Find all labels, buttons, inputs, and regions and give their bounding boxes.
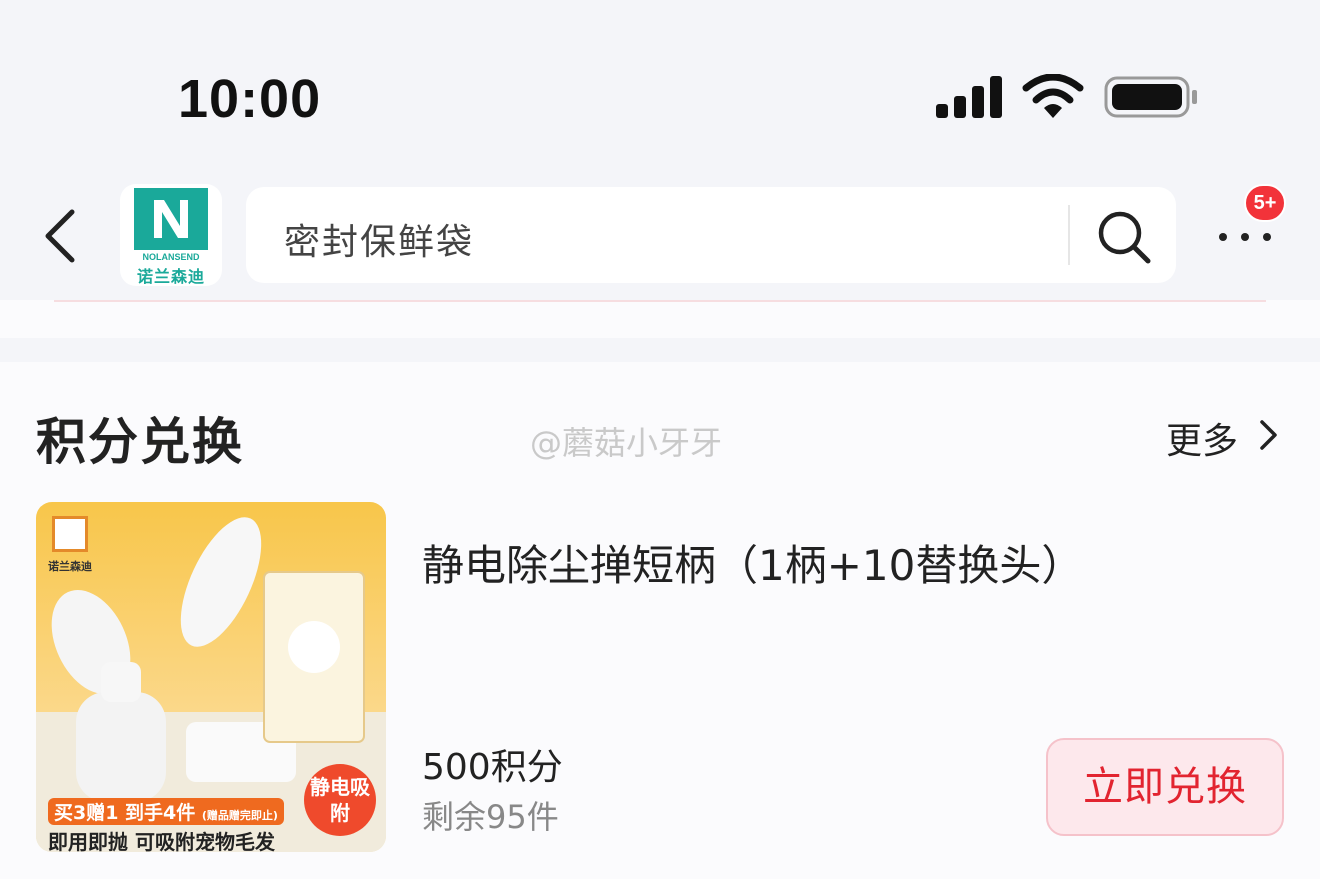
- promo-line1: 买3赠1 到手4件: [54, 802, 196, 824]
- shop-logo[interactable]: NOLANSEND 诺兰森迪: [120, 184, 222, 286]
- brand-logo-icon: [134, 188, 208, 250]
- points-exchange-card: 积分兑换 @蘑菇小牙牙 更多 诺兰森迪 买3赠1 到手4件 (赠品赠完即止) 即…: [0, 362, 1320, 879]
- search-input[interactable]: 密封保鲜袋: [284, 213, 474, 265]
- status-time: 10:00: [178, 69, 322, 129]
- promo-note: (赠品赠完即止): [201, 809, 278, 822]
- product-name[interactable]: 静电除尘掸短柄（1柄+10替换头）: [422, 532, 1083, 593]
- status-bar: 10:00: [0, 0, 1320, 160]
- shop-logo-brand-cn: 诺兰森迪: [136, 267, 205, 286]
- back-arrow-icon[interactable]: [40, 208, 80, 264]
- more-link[interactable]: 更多: [1166, 412, 1238, 464]
- chevron-right-icon[interactable]: [1256, 418, 1280, 452]
- battery-icon: [1104, 76, 1197, 118]
- product-stock: 剩余95件: [422, 798, 559, 836]
- notification-badge: 5+: [1244, 184, 1286, 222]
- static-badge: 静电吸附: [304, 764, 376, 836]
- search-icon[interactable]: [1096, 209, 1152, 265]
- top-nav: NOLANSEND 诺兰森迪 密封保鲜袋 5+: [0, 160, 1320, 300]
- divider: [54, 300, 1266, 302]
- promo-line2: 即用即抛 可吸附宠物毛发: [48, 830, 275, 852]
- wifi-icon: [1022, 74, 1084, 118]
- more-options-icon[interactable]: [1216, 230, 1274, 244]
- product-image[interactable]: 诺兰森迪 买3赠1 到手4件 (赠品赠完即止) 即用即抛 可吸附宠物毛发 静电吸…: [36, 502, 386, 852]
- search-divider: [1068, 205, 1070, 265]
- section-title: 积分兑换: [36, 413, 244, 471]
- watermark: @蘑菇小牙牙: [530, 424, 723, 462]
- redeem-button[interactable]: 立即兑换: [1046, 738, 1284, 836]
- cellular-signal-icon: [936, 76, 1002, 118]
- shop-logo-brand-en: NOLANSEND: [142, 252, 200, 262]
- promo-banner: 买3赠1 到手4件 (赠品赠完即止): [48, 798, 284, 825]
- search-bar[interactable]: 密封保鲜袋: [246, 187, 1176, 283]
- product-points: 500积分: [422, 747, 563, 788]
- banner-strip: [0, 300, 1320, 338]
